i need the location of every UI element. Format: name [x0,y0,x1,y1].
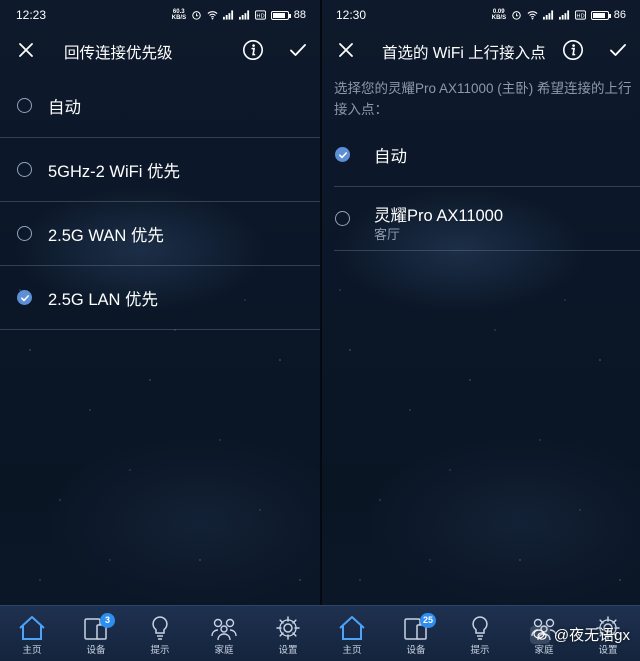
tab-devices[interactable]: 25 设备 [384,606,448,661]
svg-text:HD: HD [576,13,584,19]
status-icons: 60.3 KB/S HD 88 [172,9,306,21]
confirm-check-icon[interactable] [608,40,628,60]
signal-icon-2 [558,10,569,20]
confirm-check-icon[interactable] [288,40,308,60]
option-label: 5GHz-2 WiFi 优先 [48,163,180,181]
battery-icon [270,10,291,20]
tab-label: 设置 [598,645,618,656]
tab-label: 主页 [342,645,362,656]
status-time: 12:30 [336,8,367,22]
home-icon [19,616,45,640]
battery-level: 86 [613,9,626,21]
network-speed: 60.3 KB/S [171,9,187,21]
tab-label: 设备 [86,645,106,656]
option-auto[interactable]: 自动 [334,123,640,187]
signal-icon-2 [238,10,249,20]
info-icon[interactable] [562,39,584,61]
left-screen: 12:23 60.3 KB/S HD 88 回传连接优先级 自动 5GHz-2 W… [0,0,320,661]
battery-icon [590,10,611,20]
option-auto[interactable]: 自动 [0,74,320,138]
tab-label: 家庭 [214,645,234,656]
option-sublabel: 客厅 [374,227,401,242]
wifi-icon [207,11,218,20]
hd-icon: HD [254,10,266,20]
tab-family[interactable]: 家庭 [512,606,576,661]
tab-family[interactable]: 家庭 [192,606,256,661]
option-label: 2.5G LAN 优先 [48,291,159,309]
tab-settings[interactable]: 设置 [576,606,640,661]
gear-icon [276,616,300,640]
bulb-icon [472,616,488,640]
option-label: 自动 [374,148,407,166]
option-label: 自动 [48,99,81,117]
tab-label: 提示 [470,645,490,656]
bottom-tab-bar: 主页 3 设备 提示 家庭 设置 [0,605,320,661]
bulb-icon [152,616,168,640]
tab-label: 提示 [150,645,170,656]
status-icons: 0.09 KB/S HD 86 [492,9,626,21]
bottom-tab-bar: 主页 25 设备 提示 家庭 设置 [320,605,640,661]
tab-tips[interactable]: 提示 [448,606,512,661]
tab-label: 设置 [278,645,298,656]
right-screen: 12:30 0.09 KB/S HD 86 首选的 WiFi 上行接入点 选择您的… [320,0,640,661]
option-2-5g-lan[interactable]: 2.5G LAN 优先 [0,266,320,330]
header: 首选的 WiFi 上行接入点 [320,30,640,70]
status-bar: 12:23 60.3 KB/S HD 88 [0,0,320,30]
radio-button-selected[interactable] [335,147,350,162]
signal-icon [542,10,553,20]
radio-button-selected[interactable] [17,290,32,305]
close-icon[interactable] [336,40,356,60]
family-icon [211,618,237,641]
network-speed: 0.09 KB/S [491,9,507,21]
option-label: 灵耀Pro AX11000 [374,207,504,225]
option-5ghz-wifi[interactable]: 5GHz-2 WiFi 优先 [0,138,320,202]
signal-icon [222,10,233,20]
check-icon [339,152,347,159]
wifi-icon [527,11,538,20]
tab-label: 家庭 [534,645,554,656]
tab-home[interactable]: 主页 [320,606,384,661]
option-2-5g-wan[interactable]: 2.5G WAN 优先 [0,202,320,266]
tab-home[interactable]: 主页 [0,606,64,661]
home-icon [339,616,365,640]
option-label: 2.5G WAN 优先 [48,227,164,245]
family-icon [531,618,557,641]
close-icon[interactable] [16,40,36,60]
alarm-icon [192,11,201,20]
hd-icon: HD [574,10,586,20]
tab-label: 设备 [406,645,426,656]
option-lingyao-pro[interactable]: 灵耀Pro AX11000 客厅 [334,187,640,251]
status-time: 12:23 [16,8,47,22]
description-text: 选择您的灵耀Pro AX11000 (主卧) 希望连接的上行接入点： [334,81,632,117]
radio-button[interactable] [17,162,32,177]
battery-level: 88 [293,9,306,21]
gear-icon [596,616,620,640]
tab-label: 主页 [22,645,42,656]
alarm-icon [512,11,521,20]
radio-button[interactable] [17,98,32,113]
tab-devices[interactable]: 3 设备 [64,606,128,661]
devices-count-badge: 3 [100,613,115,628]
page-title: 首选的 WiFi 上行接入点 [382,45,546,62]
svg-text:HD: HD [256,13,264,19]
info-icon[interactable] [242,39,264,61]
page-title: 回传连接优先级 [64,45,173,62]
header: 回传连接优先级 [0,30,320,70]
devices-count-badge: 25 [420,613,437,628]
tab-settings[interactable]: 设置 [256,606,320,661]
check-icon [21,295,29,302]
status-bar: 12:30 0.09 KB/S HD 86 [320,0,640,30]
radio-button[interactable] [335,211,350,226]
radio-button[interactable] [17,226,32,241]
tab-tips[interactable]: 提示 [128,606,192,661]
